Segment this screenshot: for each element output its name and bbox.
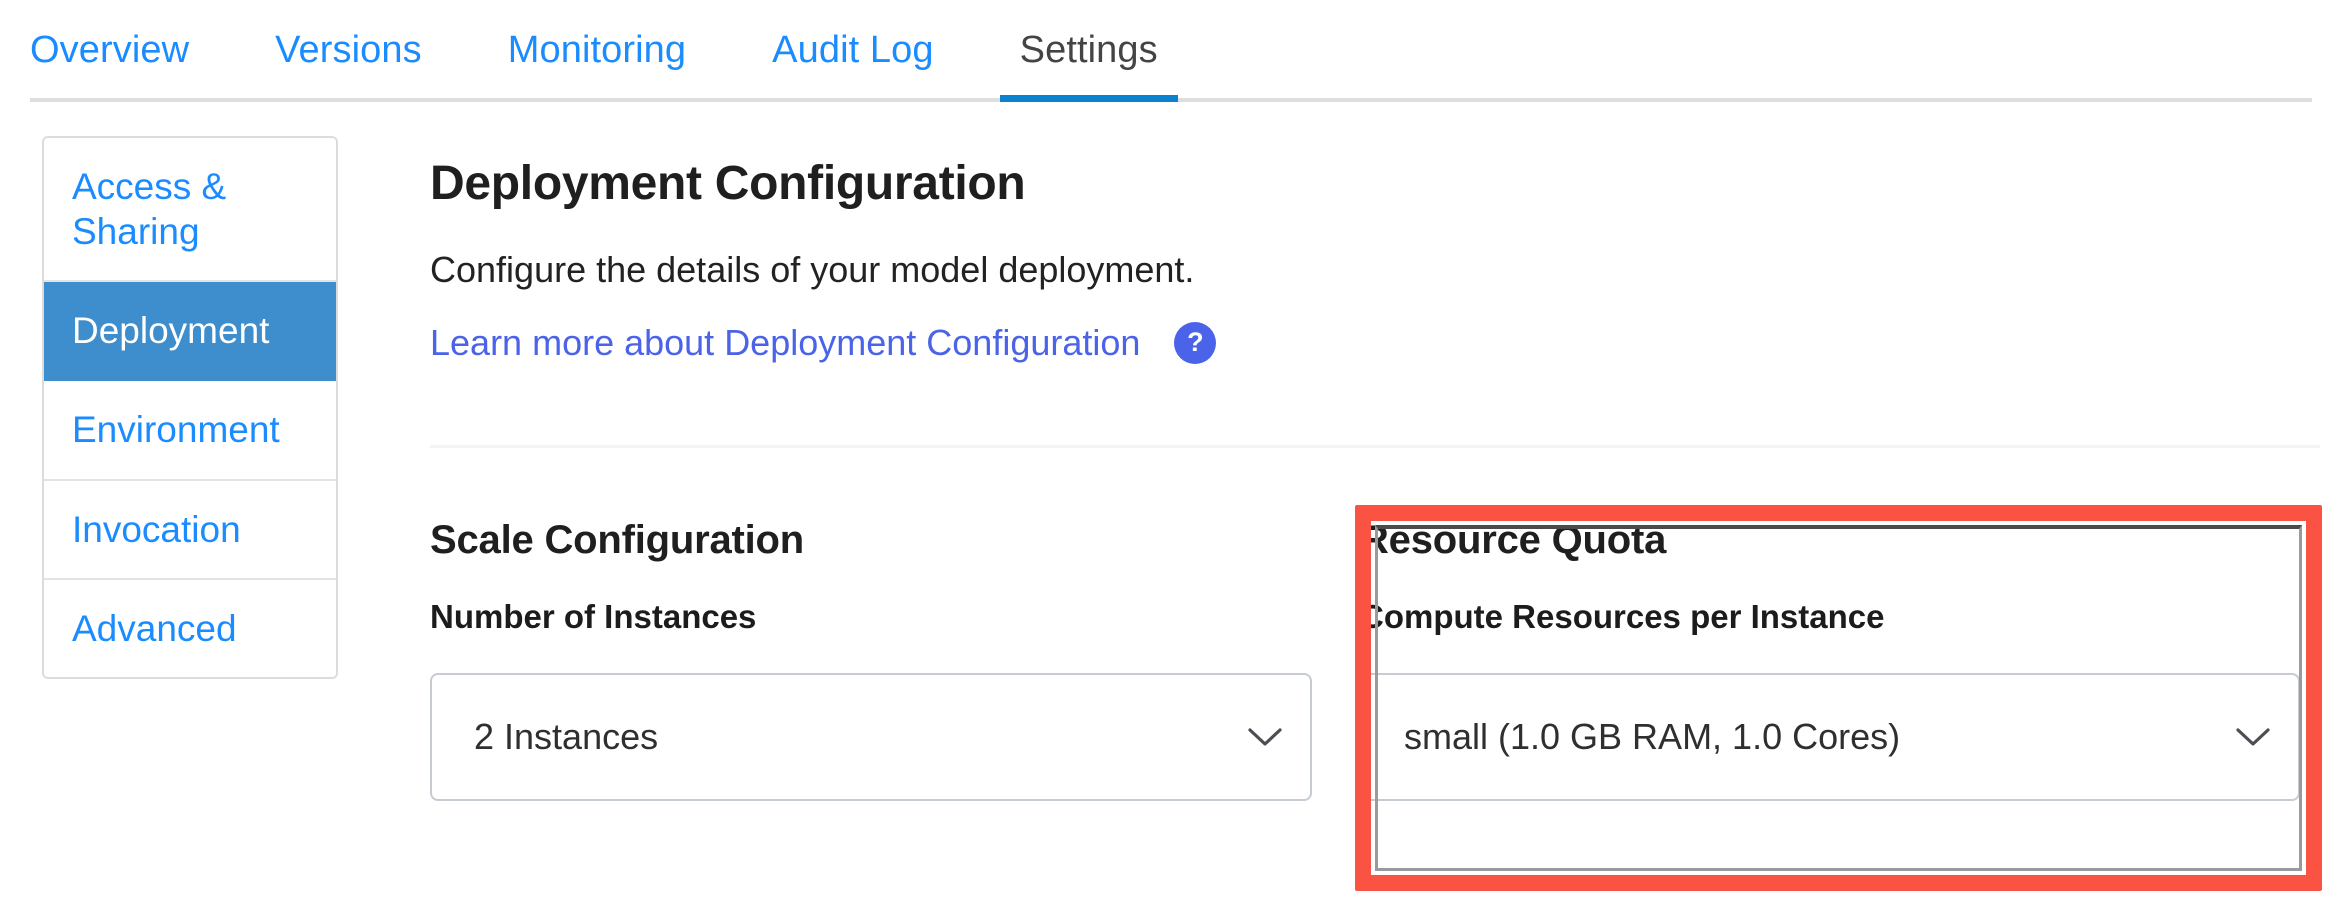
main-content: Deployment Configuration Configure the d… (430, 136, 2320, 801)
scale-configuration-section: Scale Configuration Number of Instances … (430, 520, 1312, 801)
tab-monitoring[interactable]: Monitoring (508, 0, 686, 100)
content-divider (430, 445, 2320, 448)
page-description: Configure the details of your model depl… (430, 249, 1195, 290)
sidebar-item-advanced[interactable]: Advanced (44, 579, 336, 677)
chevron-down-icon (2236, 727, 2270, 747)
compute-resources-select[interactable]: small (1.0 GB RAM, 1.0 Cores) (1360, 673, 2300, 801)
tab-list: Overview Versions Monitoring Audit Log S… (30, 0, 1158, 100)
learn-more-link[interactable]: Learn more about Deployment Configuratio… (430, 323, 1140, 363)
compute-resources-value: small (1.0 GB RAM, 1.0 Cores) (1404, 716, 1901, 757)
resource-quota-section: Resource Quota Compute Resources per Ins… (1360, 520, 2300, 801)
number-of-instances-label: Number of Instances (430, 598, 757, 635)
sidebar-item-label: Access & Sharing (72, 166, 227, 253)
tab-audit-log[interactable]: Audit Log (772, 0, 933, 100)
chevron-down-icon (1248, 727, 1282, 747)
page-title: Deployment Configuration (430, 157, 1026, 210)
sidebar-item-environment[interactable]: Environment (44, 381, 336, 481)
resource-quota-title: Resource Quota (1360, 518, 1667, 562)
sidebar-item-deployment[interactable]: Deployment (44, 282, 336, 382)
tab-bar: Overview Versions Monitoring Audit Log S… (0, 0, 2342, 102)
number-of-instances-value: 2 Instances (474, 716, 659, 757)
tab-active-underline (999, 95, 1178, 102)
compute-resources-label: Compute Resources per Instance (1360, 598, 1885, 635)
scale-configuration-title: Scale Configuration (430, 518, 805, 562)
sidebar-item-label: Deployment (72, 310, 270, 352)
learn-more-row: Learn more about Deployment Configuratio… (430, 290, 2320, 364)
sidebar-item-label: Invocation (72, 508, 241, 550)
tab-versions[interactable]: Versions (275, 0, 422, 100)
number-of-instances-select[interactable]: 2 Instances (430, 673, 1312, 801)
settings-sidebar: Access & Sharing Deployment Environment … (42, 136, 338, 679)
tab-settings[interactable]: Settings (1020, 0, 1158, 100)
sidebar-item-label: Environment (72, 409, 280, 451)
sidebar-item-invocation[interactable]: Invocation (44, 480, 336, 580)
sidebar-item-access-sharing[interactable]: Access & Sharing (44, 138, 336, 283)
tab-overview[interactable]: Overview (30, 0, 189, 100)
question-mark-icon[interactable]: ? (1174, 321, 1217, 364)
sidebar-item-label: Advanced (72, 607, 237, 649)
